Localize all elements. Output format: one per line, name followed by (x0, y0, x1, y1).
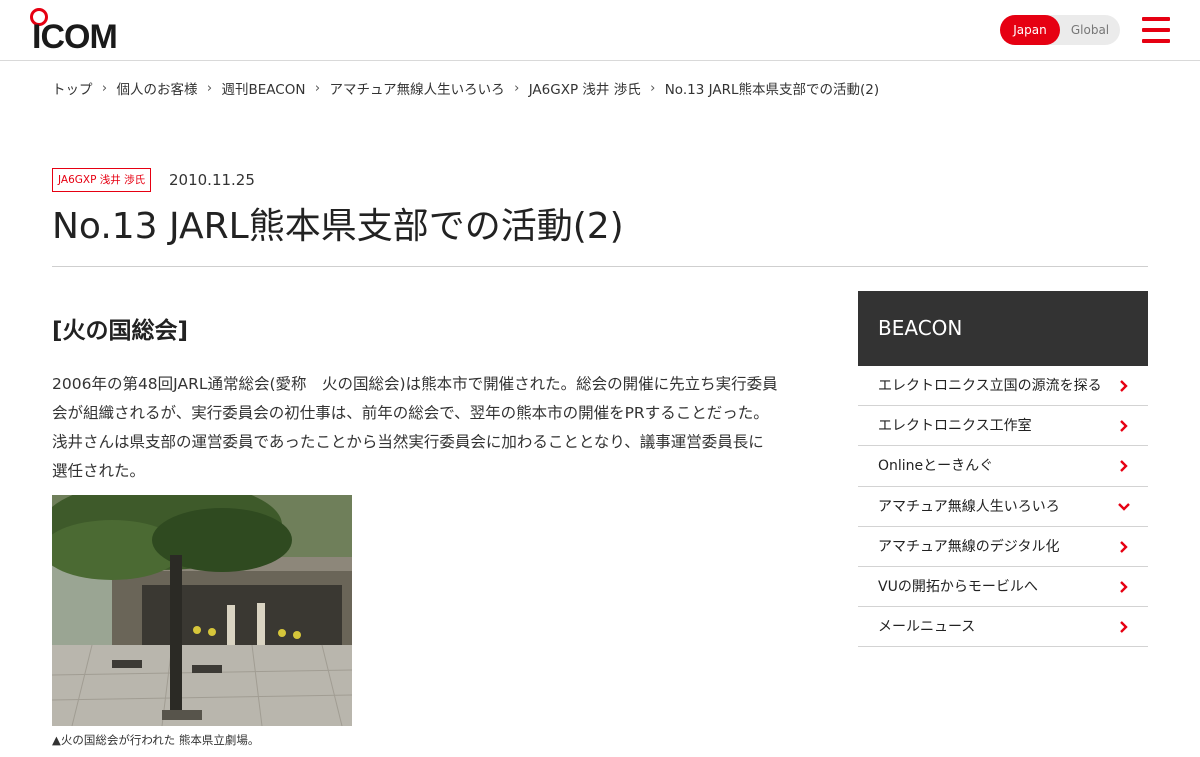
article-paragraph: 2006年の第48回JARL通常総会(愛称 火の国総会)は熊本市で開催された。総… (52, 370, 802, 486)
breadcrumb-item-personal[interactable]: 個人のお客様 (117, 78, 198, 98)
logo-text: ICOM (32, 18, 118, 56)
chevron-down-icon (1118, 502, 1130, 511)
paragraph-line: 浅井さんは県支部の運営委員であったことから当然実行委員会に加わることとなり、議事… (52, 433, 764, 451)
sidebar-item-electronics-origin[interactable]: エレクトロニクス立国の源流を探る (858, 366, 1148, 407)
sidebar-item-mail-news[interactable]: メールニュース (858, 607, 1148, 648)
article-date: 2010.11.25 (169, 171, 255, 189)
photo-caption: ▲火の国総会が行われた 熊本県立劇場。 (52, 733, 260, 747)
chevron-right-icon (1120, 380, 1128, 392)
sidebar-item-vu-mobile[interactable]: VUの開拓からモービルへ (858, 567, 1148, 608)
paragraph-line: 会が組織されるが、実行委員会の初仕事は、前年の総会で、翌年の熊本市の開催をPRす… (52, 404, 769, 422)
section-heading: [火の国総会] (52, 318, 189, 344)
page-title: No.13 JARL熊本県支部での活動(2) (52, 206, 624, 247)
theater-photo-illustration (52, 495, 352, 726)
sidebar-item-online-talking[interactable]: Onlineとーきんぐ (858, 446, 1148, 487)
chevron-right-icon: › (314, 80, 321, 96)
region-global-button[interactable]: Global (1060, 15, 1120, 45)
author-tag[interactable]: JA6GXP 浅井 渉氏 (52, 168, 152, 192)
chevron-right-icon: › (206, 80, 213, 96)
sidebar-item-ham-radio-life[interactable]: アマチュア無線人生いろいろ (858, 487, 1148, 527)
theater-photo (52, 495, 352, 726)
sidebar-item-label: Onlineとーきんぐ (878, 458, 994, 475)
paragraph-line: 選任された。 (52, 462, 146, 480)
chevron-right-icon: › (514, 80, 520, 96)
sidebar-item-electronics-workshop[interactable]: エレクトロニクス工作室 (858, 406, 1148, 447)
sidebar-item-label: エレクトロニクス工作室 (878, 418, 1032, 435)
site-header: ICOM Japan Global (0, 0, 1200, 61)
breadcrumb-item-current: No.13 JARL熊本県支部での活動(2) (664, 82, 880, 98)
paragraph-line: 2006年の第48回JARL通常総会(愛称 火の国総会)は熊本市で開催された。総… (52, 375, 778, 393)
breadcrumb: トップ › 個人のお客様 › 週刊BEACON › アマチュア無線人生いろいろ … (52, 78, 880, 99)
sidebar-item-label: アマチュア無線人生いろいろ (878, 498, 1060, 515)
chevron-right-icon: › (101, 80, 108, 96)
region-switcher: Japan Global (1000, 15, 1120, 45)
hamburger-menu-icon[interactable] (1142, 17, 1170, 43)
chevron-right-icon: › (650, 80, 656, 96)
chevron-right-icon (1120, 420, 1128, 433)
sidebar-item-label: エレクトロニクス立国の源流を探る (878, 378, 1102, 394)
sidebar-item-ham-radio-digital[interactable]: アマチュア無線のデジタル化 (858, 527, 1148, 567)
chevron-right-icon (1120, 540, 1128, 553)
chevron-right-icon (1120, 460, 1128, 473)
breadcrumb-item-author[interactable]: JA6GXP 浅井 渉氏 (529, 78, 641, 98)
icom-logo[interactable]: ICOM (30, 8, 122, 56)
chevron-right-icon (1120, 621, 1128, 633)
region-japan-button[interactable]: Japan (1000, 15, 1060, 45)
breadcrumb-item-beacon[interactable]: 週刊BEACON (222, 78, 306, 98)
chevron-right-icon (1120, 581, 1128, 593)
sidebar-title: BEACON (858, 291, 1148, 366)
title-divider (52, 266, 1148, 267)
breadcrumb-item-top[interactable]: トップ (52, 78, 93, 98)
breadcrumb-item-series[interactable]: アマチュア無線人生いろいろ (329, 78, 504, 98)
sidebar-item-label: メールニュース (878, 619, 976, 636)
sidebar-item-label: アマチュア無線のデジタル化 (878, 538, 1060, 555)
sidebar-item-label: VUの開拓からモービルへ (878, 578, 1038, 595)
sidebar: BEACON エレクトロニクス立国の源流を探る エレクトロニクス工作室 Onli… (858, 291, 1148, 648)
